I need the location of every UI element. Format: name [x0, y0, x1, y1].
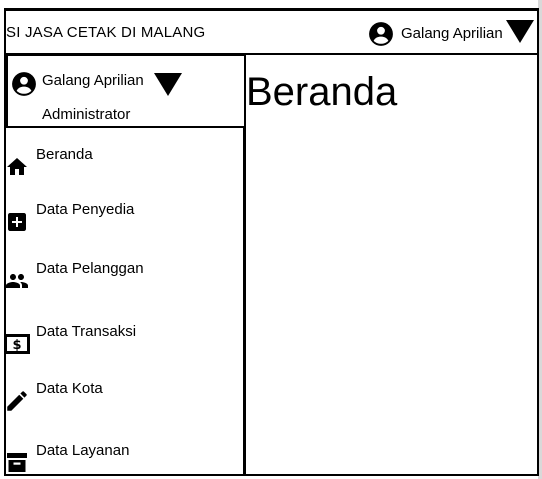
user-menu[interactable]: Galang Aprilian — [368, 18, 534, 49]
profile-name: Galang Aprilian — [42, 72, 144, 89]
add-box-icon — [4, 209, 30, 235]
svg-text:$: $ — [12, 338, 21, 353]
sidebar-item-data-layanan[interactable]: Data Layanan — [4, 442, 129, 476]
money-icon: $ — [4, 331, 30, 357]
account-circle-icon — [11, 71, 37, 102]
sidebar-item-label: Data Pelanggan — [36, 260, 144, 277]
sidebar-item-data-transaksi[interactable]: $ Data Transaksi — [4, 323, 136, 357]
people-icon — [4, 268, 30, 294]
user-name: Galang Aprilian — [401, 25, 503, 42]
sidebar-item-label: Data Penyedia — [36, 201, 135, 218]
profile-role: Administrator — [42, 106, 131, 123]
sidebar-item-label: Data Layanan — [36, 442, 130, 459]
archive-icon — [4, 450, 30, 476]
app-title: SI JASA CETAK DI MALANG — [6, 24, 206, 41]
sidebar-item-label: Beranda — [36, 146, 93, 163]
page-title: Beranda — [246, 70, 398, 114]
caret-down-icon[interactable] — [154, 71, 182, 102]
pencil-icon — [4, 388, 30, 414]
profile-panel: Galang Aprilian Administrator — [6, 54, 246, 128]
account-circle-icon — [368, 21, 394, 47]
home-icon — [4, 154, 30, 180]
sidebar-item-data-kota[interactable]: Data Kota — [4, 380, 103, 414]
sidebar-item-beranda[interactable]: Beranda — [4, 146, 93, 180]
sidebar-item-label: Data Kota — [36, 380, 103, 397]
sidebar-item-data-pelanggan[interactable]: Data Pelanggan — [4, 260, 144, 294]
caret-down-icon[interactable] — [505, 18, 534, 49]
sidebar-item-label: Data Transaksi — [36, 323, 137, 340]
sidebar-item-data-penyedia[interactable]: Data Penyedia — [4, 201, 134, 235]
top-bar: SI JASA CETAK DI MALANG Galang Aprilian — [4, 8, 539, 55]
